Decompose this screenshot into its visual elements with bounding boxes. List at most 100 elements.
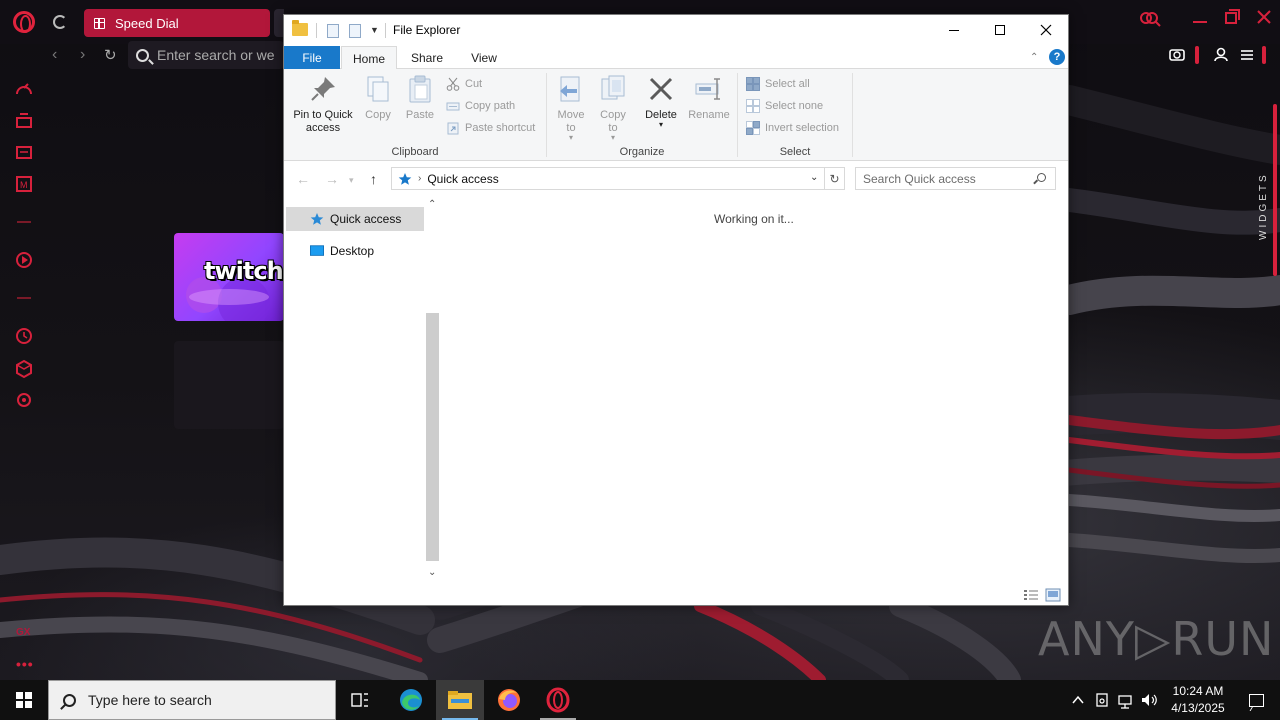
taskbar-opera-gx[interactable] <box>534 680 582 720</box>
refresh-button[interactable]: ↻ <box>825 167 845 190</box>
delete-button[interactable]: Delete ▾ <box>643 73 679 129</box>
opera-gx-logo[interactable] <box>13 11 35 33</box>
tab-view[interactable]: View <box>458 46 510 69</box>
copy-button[interactable]: Copy <box>360 73 396 122</box>
tab-file[interactable]: File <box>284 46 340 69</box>
taskbar-file-explorer[interactable] <box>436 680 484 720</box>
search-box[interactable] <box>855 167 1056 190</box>
taskbar-search-box[interactable]: Type here to search <box>48 680 336 720</box>
nav-item-quick-access[interactable]: Quick access <box>286 207 424 231</box>
copy-to-button[interactable]: Copy to ▾ <box>595 73 631 142</box>
speed-dial-twitch-tile[interactable]: twitch <box>174 233 284 321</box>
loading-status-text: Working on it... <box>714 212 794 226</box>
ribbon-home: Pin to Quick access Copy Paste Cut Copy … <box>284 69 1068 161</box>
customize-qat-dropdown-icon[interactable]: ▼ <box>370 25 379 35</box>
scroll-down-arrow-icon[interactable]: ⌄ <box>428 567 436 578</box>
copy-path-icon <box>446 102 460 111</box>
messenger-sidebar-icon[interactable]: M <box>16 176 32 192</box>
tab-share[interactable]: Share <box>401 46 453 69</box>
show-hidden-icons-chevron-icon[interactable] <box>1072 695 1084 704</box>
copy-path-label: Copy path <box>465 100 516 112</box>
file-list-area[interactable]: Working on it... <box>442 199 1068 585</box>
extensions-cube-icon[interactable] <box>16 359 32 379</box>
move-to-dropdown-icon: ▾ <box>568 133 573 142</box>
twitch-sidebar-icon[interactable] <box>16 146 32 159</box>
start-button[interactable] <box>0 680 48 720</box>
navigation-scrollbar[interactable]: ⌃ ⌄ <box>424 199 440 585</box>
gx-label[interactable]: GX <box>16 627 30 638</box>
network-icon[interactable] <box>1118 695 1132 709</box>
profile-icon[interactable] <box>1214 47 1228 62</box>
taskbar-edge[interactable] <box>387 680 435 720</box>
copy-to-icon <box>601 75 625 100</box>
browser-search-icon[interactable] <box>1146 12 1161 27</box>
large-icons-view-icon[interactable] <box>1045 588 1061 602</box>
paste-shortcut-button[interactable]: Paste shortcut <box>446 118 535 138</box>
back-button[interactable]: ← <box>296 171 310 187</box>
tab-speed-dial[interactable]: Speed Dial <box>84 9 270 37</box>
camera-icon[interactable] <box>1169 49 1185 61</box>
tab-home[interactable]: Home <box>341 46 397 70</box>
new-folder-quick-icon[interactable] <box>349 24 361 38</box>
easy-setup-icon[interactable] <box>1241 50 1253 60</box>
close-button[interactable] <box>1023 15 1069 45</box>
cut-button[interactable]: Cut <box>446 74 482 94</box>
move-to-button[interactable]: Move to ▾ <box>553 73 589 142</box>
help-icon[interactable]: ? <box>1049 49 1065 65</box>
player-icon[interactable] <box>16 252 32 268</box>
minimize-button[interactable] <box>931 15 977 45</box>
browser-close-icon[interactable] <box>1257 10 1271 24</box>
nav-item-label: Desktop <box>330 244 375 258</box>
breadcrumb-quick-access[interactable]: Quick access <box>427 172 498 186</box>
gx-control-icon[interactable] <box>16 83 32 95</box>
address-placeholder: Enter search or we <box>157 47 275 63</box>
browser-restore-icon[interactable] <box>1225 9 1240 24</box>
up-button[interactable]: ↑ <box>370 171 377 187</box>
ribbon-tab-strip: File Home Share View ⌃ ? <box>284 46 1068 70</box>
scissors-icon <box>446 77 460 91</box>
select-all-button[interactable]: Select all <box>746 74 810 94</box>
paste-button[interactable]: Paste <box>402 73 438 122</box>
gx-corner-icon[interactable] <box>16 113 32 128</box>
properties-quick-icon[interactable] <box>327 24 339 38</box>
settings-gear-icon[interactable] <box>17 393 31 407</box>
speed-dial-tile-empty[interactable] <box>174 341 284 429</box>
copy-label: Copy <box>365 109 391 121</box>
breadcrumb-chevron-icon[interactable]: › <box>418 173 421 184</box>
task-view-button[interactable] <box>336 680 384 720</box>
sidebar-more-icon[interactable]: ••• <box>16 656 34 672</box>
volume-icon[interactable] <box>1142 694 1157 706</box>
back-arrow-icon[interactable]: ‹ <box>52 46 57 64</box>
action-center-button[interactable] <box>1236 680 1276 720</box>
nav-item-desktop[interactable]: Desktop <box>286 239 424 263</box>
browser-address-bar[interactable]: Enter search or we <box>128 41 284 69</box>
pin-to-quick-access-button[interactable]: Pin to Quick access <box>290 73 356 135</box>
address-dropdown-icon[interactable]: ⌄ <box>810 172 818 183</box>
copy-path-button[interactable]: Copy path <box>446 96 515 116</box>
file-explorer-icon <box>448 691 472 709</box>
invert-selection-button[interactable]: Invert selection <box>746 118 839 138</box>
taskbar-clock[interactable]: 10:24 AM 4/13/2025 <box>1162 683 1234 717</box>
forward-arrow-icon[interactable]: › <box>80 46 85 64</box>
taskbar-firefox[interactable] <box>485 680 533 720</box>
device-icon[interactable] <box>1096 693 1108 707</box>
delete-dropdown-icon: ▾ <box>658 120 663 129</box>
maximize-button[interactable] <box>977 15 1023 45</box>
rename-button[interactable]: Rename <box>685 73 733 122</box>
scrollbar-thumb[interactable] <box>426 313 439 561</box>
widgets-label[interactable]: WIDGETS <box>1258 150 1270 240</box>
collapse-ribbon-chevron-icon[interactable]: ⌃ <box>1030 52 1038 63</box>
history-icon[interactable] <box>16 328 32 344</box>
recent-locations-dropdown-icon[interactable]: ▾ <box>349 175 354 186</box>
group-separator-3 <box>852 73 853 157</box>
address-bar[interactable]: › Quick access <box>391 167 825 190</box>
minimize-icon <box>949 29 959 31</box>
reload-icon[interactable]: ↻ <box>104 46 117 64</box>
qat-separator-2 <box>385 23 386 38</box>
details-view-icon[interactable] <box>1023 588 1039 602</box>
search-input[interactable] <box>863 171 1033 186</box>
select-none-button[interactable]: Select none <box>746 96 823 116</box>
scroll-up-arrow-icon[interactable]: ⌃ <box>428 199 436 210</box>
forward-button[interactable]: → <box>325 171 339 187</box>
system-tray <box>1072 693 1157 709</box>
